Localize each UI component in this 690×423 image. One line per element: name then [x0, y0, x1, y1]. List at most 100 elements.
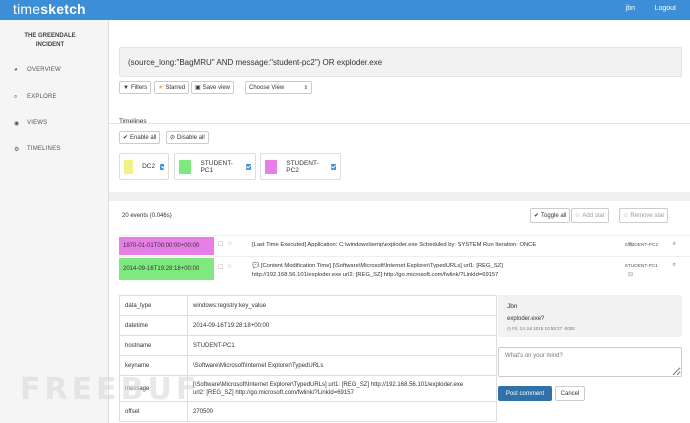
comment-author: Jbn	[507, 303, 518, 310]
disable-all-label: Disable all	[177, 134, 205, 141]
detail-row: data_type windows:registry:key_value	[119, 295, 497, 316]
pie-chart-icon: ◕	[14, 67, 18, 73]
remove-star-button[interactable]: ☆ Remove star	[619, 208, 669, 223]
comment-icon: 💬	[252, 263, 261, 269]
sidebar-item-label: EXPLORE	[27, 94, 57, 100]
sketch-title: THE GREENDALE INCIDENT	[0, 32, 100, 50]
star-icon: ☆	[575, 213, 581, 219]
filters-label: Filters	[130, 84, 148, 91]
logo-prefix: time	[13, 1, 41, 17]
detail-value: \Software\Microsoft\Internet Explorer\Ty…	[187, 355, 497, 376]
filters-button[interactable]: ▼ Filters	[119, 81, 152, 94]
checkbox-icon[interactable]: ☐	[218, 264, 223, 271]
toggle-all-label: Toggle all	[541, 212, 567, 219]
star-outline-icon[interactable]: ☆	[227, 263, 232, 270]
timeline-checkbox[interactable]	[330, 163, 336, 170]
detail-row: hostname STUDENT-PC1	[119, 335, 497, 356]
detail-value-line1: [\Software\Microsoft\Internet Explorer\T…	[193, 381, 464, 388]
sidebar-item-explore[interactable]: ⌕ EXPLORE	[14, 92, 57, 102]
timeline-chip-student-pc1[interactable]: STUDENT-PC1	[174, 153, 256, 180]
main-content: (source_long:"BagMRU" AND message:"stude…	[109, 20, 690, 423]
comment-text: exploder.exe?	[507, 316, 545, 322]
star-outline-icon: ☆	[623, 213, 629, 219]
app-logo[interactable]: timesketch	[13, 1, 86, 17]
filter-icon: ▼	[123, 84, 129, 91]
sidebar: THE GREENDALE INCIDENT ◕ OVERVIEW ⌕ EXPLOR…	[0, 20, 109, 423]
event-message-line1: 💬 [Content Modification Time] [\Software…	[252, 262, 612, 271]
event-datetime: 2014-09-16T19:28:18+00:00	[119, 258, 214, 280]
timeline-name: DC2	[142, 163, 156, 170]
logout-link[interactable]: Logout	[655, 5, 676, 12]
sketch-title-line1: THE GREENDALE	[24, 33, 76, 39]
sidebar-item-timelines[interactable]: ⚙ TIMELINES	[14, 144, 60, 154]
detail-key: datetime	[119, 315, 188, 336]
settings-icon: ⚙	[14, 146, 20, 153]
detail-row: datetime 2014-09-16T19:28:18+00:00	[119, 315, 497, 336]
save-icon: ▣	[195, 85, 201, 91]
timeline-chip-student-pc2[interactable]: STUDENT-PC2	[260, 153, 341, 180]
comment-input[interactable]	[498, 347, 682, 377]
post-comment-button[interactable]: Post comment	[498, 386, 552, 401]
add-star-button[interactable]: ☆ Add star	[571, 208, 609, 223]
comment-card: Jbn exploder.exe? ◷ Fri, 24 Jul 2015 10:…	[498, 295, 682, 337]
checkbox-icon[interactable]: ☐	[218, 241, 223, 248]
detail-value: [\Software\Microsoft\Internet Explorer\T…	[187, 375, 497, 402]
star-icon: ★	[158, 85, 164, 91]
save-view-label: Save view	[202, 84, 231, 91]
current-user: jbn	[625, 5, 635, 12]
timeline-color-swatch	[265, 159, 278, 174]
sidebar-item-label: TIMELINES	[27, 146, 61, 152]
sidebar-item-label: OVERVIEW	[27, 67, 61, 73]
detail-value: STUDENT-PC1	[187, 335, 497, 356]
top-navbar: timesketch jbn Logout	[0, 0, 690, 20]
eye-icon: ◉	[14, 120, 20, 127]
detail-value: 270500	[187, 401, 497, 422]
star-outline-icon[interactable]: ☆	[227, 240, 232, 247]
add-star-label: Add star	[582, 212, 605, 219]
check-icon: ✔	[123, 135, 129, 141]
detail-value-line2: url2: [REG_SZ] http://go.microsoft.com/f…	[193, 389, 354, 396]
event-source: STUDENT-PC1	[624, 264, 658, 269]
cancel-button[interactable]: Cancel	[555, 386, 585, 401]
event-row[interactable]: 2014-09-16T19:28:18+00:00 ☐ ☆ 💬 [Content…	[119, 256, 690, 300]
collapse-icon[interactable]: ⊟	[628, 271, 633, 278]
sidebar-item-overview[interactable]: ◕ OVERVIEW	[14, 65, 61, 75]
event-message-text: [Content Modification Time] [\Software\M…	[260, 263, 503, 269]
timelines-heading: Timelines	[119, 118, 147, 125]
save-view-button[interactable]: ▣ Save view	[191, 81, 235, 94]
disable-all-button[interactable]: ⊘ Disable all	[166, 131, 209, 144]
search-icon[interactable]: ⌕	[673, 241, 676, 248]
timeline-chip-dc2[interactable]: DC2	[119, 153, 169, 180]
choose-view-select[interactable]: Choose View ⇕	[245, 81, 312, 94]
detail-value: windows:registry:key_value	[187, 295, 497, 316]
search-icon: ⌕	[14, 93, 18, 100]
check-icon: ✔	[534, 213, 540, 219]
event-message[interactable]: 💬 [Content Modification Time] [\Software…	[252, 262, 612, 280]
toggle-all-button[interactable]: ✔ Toggle all	[530, 208, 571, 223]
timeline-checkbox[interactable]	[245, 163, 252, 170]
event-source: STUDENT-PC2	[624, 243, 658, 248]
event-datetime: 1970-01-01T00:00:00+00:00	[119, 237, 214, 255]
sketch-title-line2: INCIDENT	[35, 42, 65, 48]
timeline-name: STUDENT-PC1	[200, 159, 233, 174]
event-count: 20 events (0.046s)	[122, 213, 172, 219]
divider	[109, 123, 690, 124]
watermark: FREEBUF	[20, 372, 201, 407]
enable-all-button[interactable]: ✔ Enable all	[119, 131, 161, 144]
timeline-name: STUDENT-PC2	[286, 159, 319, 174]
comment-date-text: Fri, 24 Jul 2015 10:59:37 -0000	[512, 326, 575, 331]
enable-all-label: Enable all	[130, 134, 157, 141]
detail-value: 2014-09-16T19:28:18+00:00	[187, 315, 497, 336]
sidebar-item-views[interactable]: ◉ VIEWS	[14, 118, 47, 128]
chevron-updown-icon: ⇕	[303, 84, 308, 91]
event-row[interactable]: 1970-01-01T00:00:00+00:00 ☐ ☆ [Last Time…	[119, 235, 690, 256]
comment-date: ◷ Fri, 24 Jul 2015 10:59:37 -0000	[507, 326, 575, 332]
timeline-checkbox[interactable]	[160, 163, 164, 170]
search-icon[interactable]: ⌕	[673, 262, 676, 269]
search-query-input[interactable]: (source_long:"BagMRU" AND message:"stude…	[119, 47, 682, 77]
remove-star-label: Remove star	[630, 212, 665, 219]
starred-button[interactable]: ★ Starred	[154, 81, 190, 94]
event-message-line2: http://192.168.56.101/exploder.exe url2:…	[252, 272, 499, 278]
timeline-color-swatch	[124, 159, 134, 174]
event-message[interactable]: [Last Time Executed] Application: C:\win…	[252, 241, 536, 250]
